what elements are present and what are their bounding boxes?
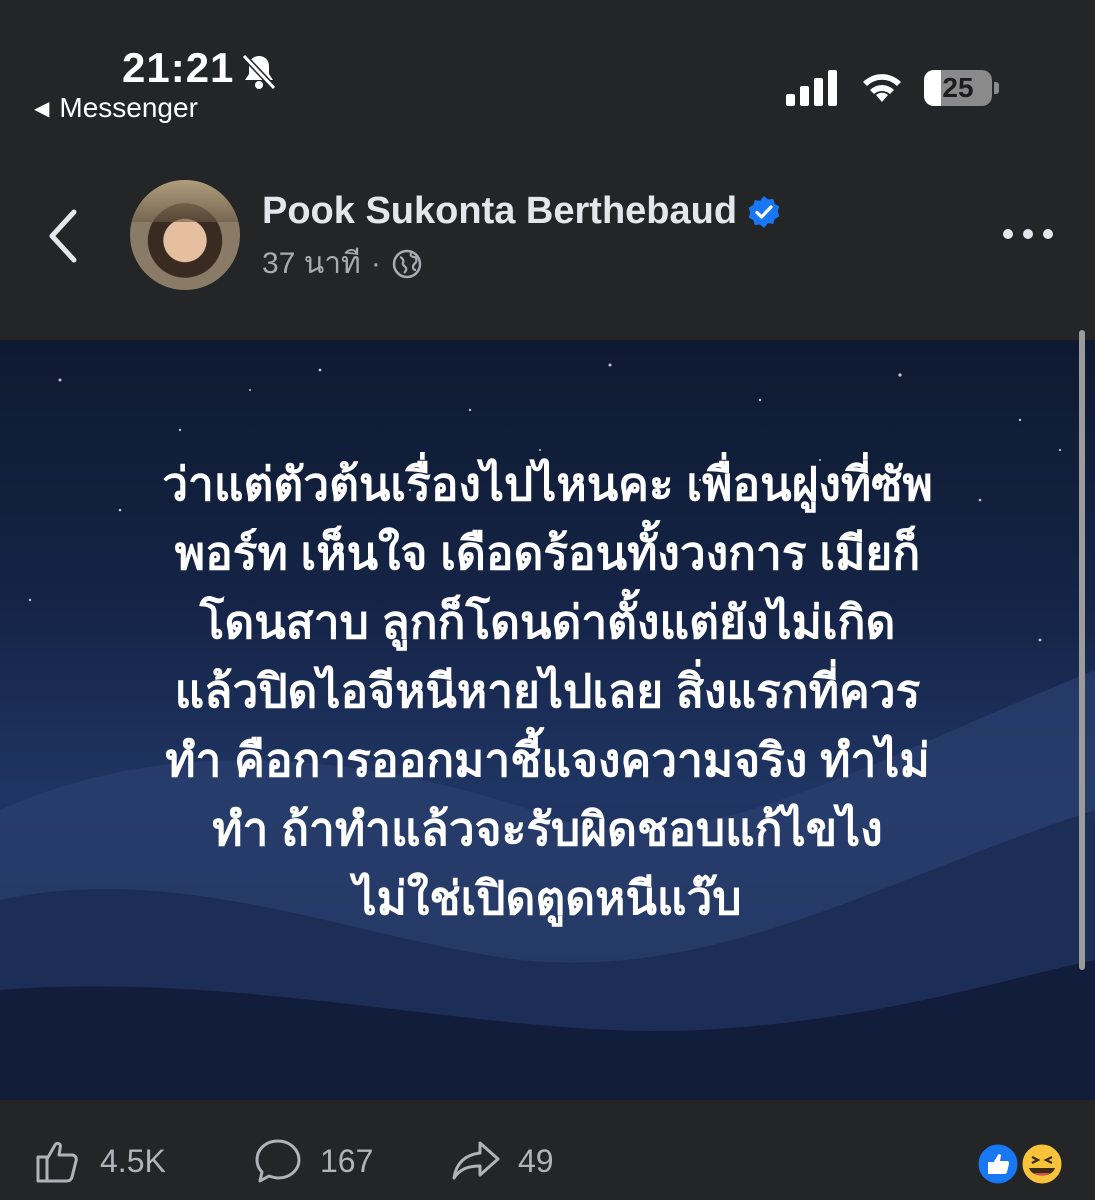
bell-off-icon: [241, 53, 277, 91]
back-app-label: Messenger: [59, 92, 198, 123]
avatar[interactable]: [130, 180, 240, 290]
like-count: 4.5K: [100, 1142, 166, 1179]
more-options-icon[interactable]: [1000, 222, 1056, 246]
author-name[interactable]: Pook Sukonta Berthebaud: [262, 190, 737, 233]
cellular-signal-icon: [786, 70, 837, 106]
battery-indicator: 25: [924, 70, 992, 106]
back-to-messenger[interactable]: ◀ Messenger: [34, 92, 198, 124]
author-name-row[interactable]: Pook Sukonta Berthebaud: [262, 190, 781, 233]
reaction-icons[interactable]: [972, 1140, 1068, 1188]
post-time[interactable]: 37 นาที: [262, 240, 361, 287]
comment-count: 167: [320, 1142, 374, 1179]
comment-bubble-icon: [255, 1139, 301, 1183]
meta-separator: ·: [370, 246, 381, 280]
back-chevron-icon[interactable]: [42, 206, 86, 266]
like-button[interactable]: 4.5K: [32, 1135, 166, 1187]
share-button[interactable]: 49: [450, 1135, 554, 1187]
like-reaction-icon: [975, 1141, 1021, 1187]
globe-icon: [392, 249, 422, 278]
wifi-icon: [863, 74, 901, 102]
post-text: ว่าแต่ตัวต้นเรื่องไปไหนคะ เพื่อนฝูงที่ซั…: [162, 458, 933, 924]
comment-button[interactable]: 167: [252, 1135, 373, 1187]
scrollbar[interactable]: [1079, 330, 1085, 970]
post-image[interactable]: ว่าแต่ตัวต้นเรื่องไปไหนคะ เพื่อนฝูงที่ซั…: [0, 340, 1095, 1100]
battery-level: 25: [942, 72, 974, 103]
verified-badge-icon: [748, 195, 780, 228]
status-time: 21:21: [122, 44, 235, 91]
share-count: 49: [518, 1142, 554, 1179]
haha-reaction-icon: [1019, 1141, 1065, 1187]
thumbs-up-icon: [36, 1141, 78, 1183]
post-meta: 37 นาที ·: [262, 240, 423, 287]
share-arrow-icon: [452, 1141, 500, 1180]
back-triangle-icon: ◀: [34, 97, 50, 120]
